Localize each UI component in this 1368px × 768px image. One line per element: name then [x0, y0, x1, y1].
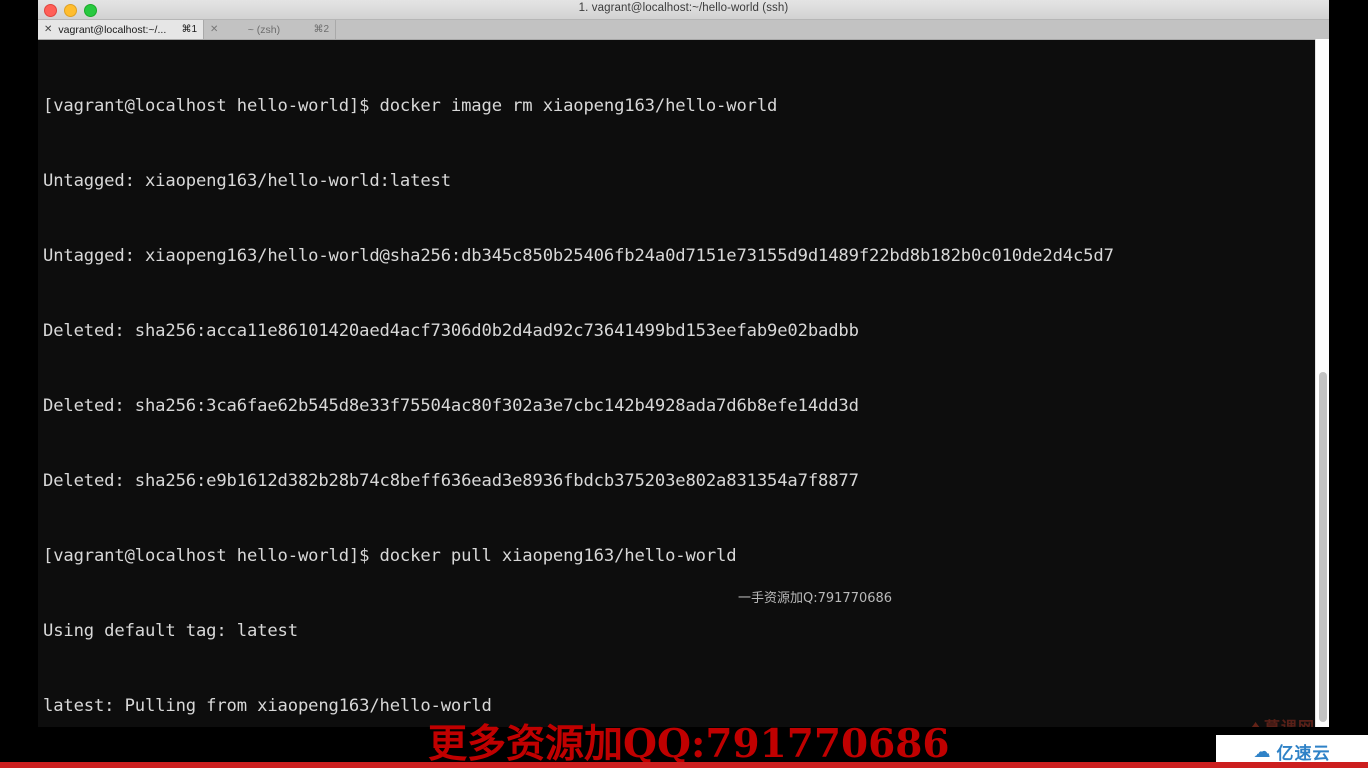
- terminal-line: Using default tag: latest: [43, 621, 298, 641]
- tab-vagrant-ssh[interactable]: ✕ vagrant@localhost:~/... ⌘1: [38, 20, 204, 39]
- bottom-red-line: [0, 762, 1368, 768]
- terminal-line: Untagged: xiaopeng163/hello-world@sha256…: [43, 246, 1114, 266]
- terminal-window: 1. vagrant@localhost:~/hello-world (ssh)…: [38, 0, 1329, 727]
- terminal-line: Deleted: sha256:e9b1612d382b28b74c8beff6…: [43, 471, 859, 491]
- terminal-line: Deleted: sha256:acca11e86101420aed4acf73…: [43, 321, 859, 341]
- terminal-line: latest: Pulling from xiaopeng163/hello-w…: [43, 696, 492, 716]
- tab-zsh[interactable]: ✕ ~ (zsh) ⌘2: [204, 20, 336, 39]
- window-title: 1. vagrant@localhost:~/hello-world (ssh): [578, 2, 789, 14]
- desktop-left-margin: [0, 0, 38, 727]
- center-watermark: 一手资源加Q:791770686: [738, 591, 893, 606]
- terminal-body[interactable]: [vagrant@localhost hello-world]$ docker …: [38, 40, 1329, 727]
- screen-root: 1. vagrant@localhost:~/hello-world (ssh)…: [0, 0, 1368, 768]
- tab-label: vagrant@localhost:~/...: [58, 23, 167, 36]
- window-titlebar[interactable]: 1. vagrant@localhost:~/hello-world (ssh): [38, 0, 1329, 20]
- tab-bar: ✕ vagrant@localhost:~/... ⌘1 ✕ ~ (zsh) ⌘…: [38, 20, 1329, 40]
- tab-bar-filler: [336, 20, 1329, 39]
- terminal-line: Deleted: sha256:3ca6fae62b545d8e33f75504…: [43, 396, 859, 416]
- terminal-line: Untagged: xiaopeng163/hello-world:latest: [43, 171, 451, 191]
- tab-shortcut: ⌘2: [313, 24, 329, 35]
- cloud-icon: ☁: [1253, 742, 1271, 761]
- terminal-line: [vagrant@localhost hello-world]$ docker …: [43, 546, 737, 566]
- vertical-scrollbar[interactable]: [1315, 39, 1329, 727]
- tab-shortcut: ⌘1: [181, 24, 197, 35]
- tab-label: ~ (zsh): [247, 23, 281, 36]
- desktop-right-margin: [1329, 0, 1368, 727]
- close-icon[interactable]: ✕: [44, 24, 52, 35]
- terminal-output: [vagrant@localhost hello-world]$ docker …: [42, 44, 1329, 727]
- close-icon[interactable]: ✕: [210, 24, 218, 35]
- scrollbar-thumb[interactable]: [1319, 372, 1327, 722]
- yisuyun-logo-text: 亿速云: [1276, 744, 1331, 764]
- terminal-line: [vagrant@localhost hello-world]$ docker …: [43, 96, 778, 116]
